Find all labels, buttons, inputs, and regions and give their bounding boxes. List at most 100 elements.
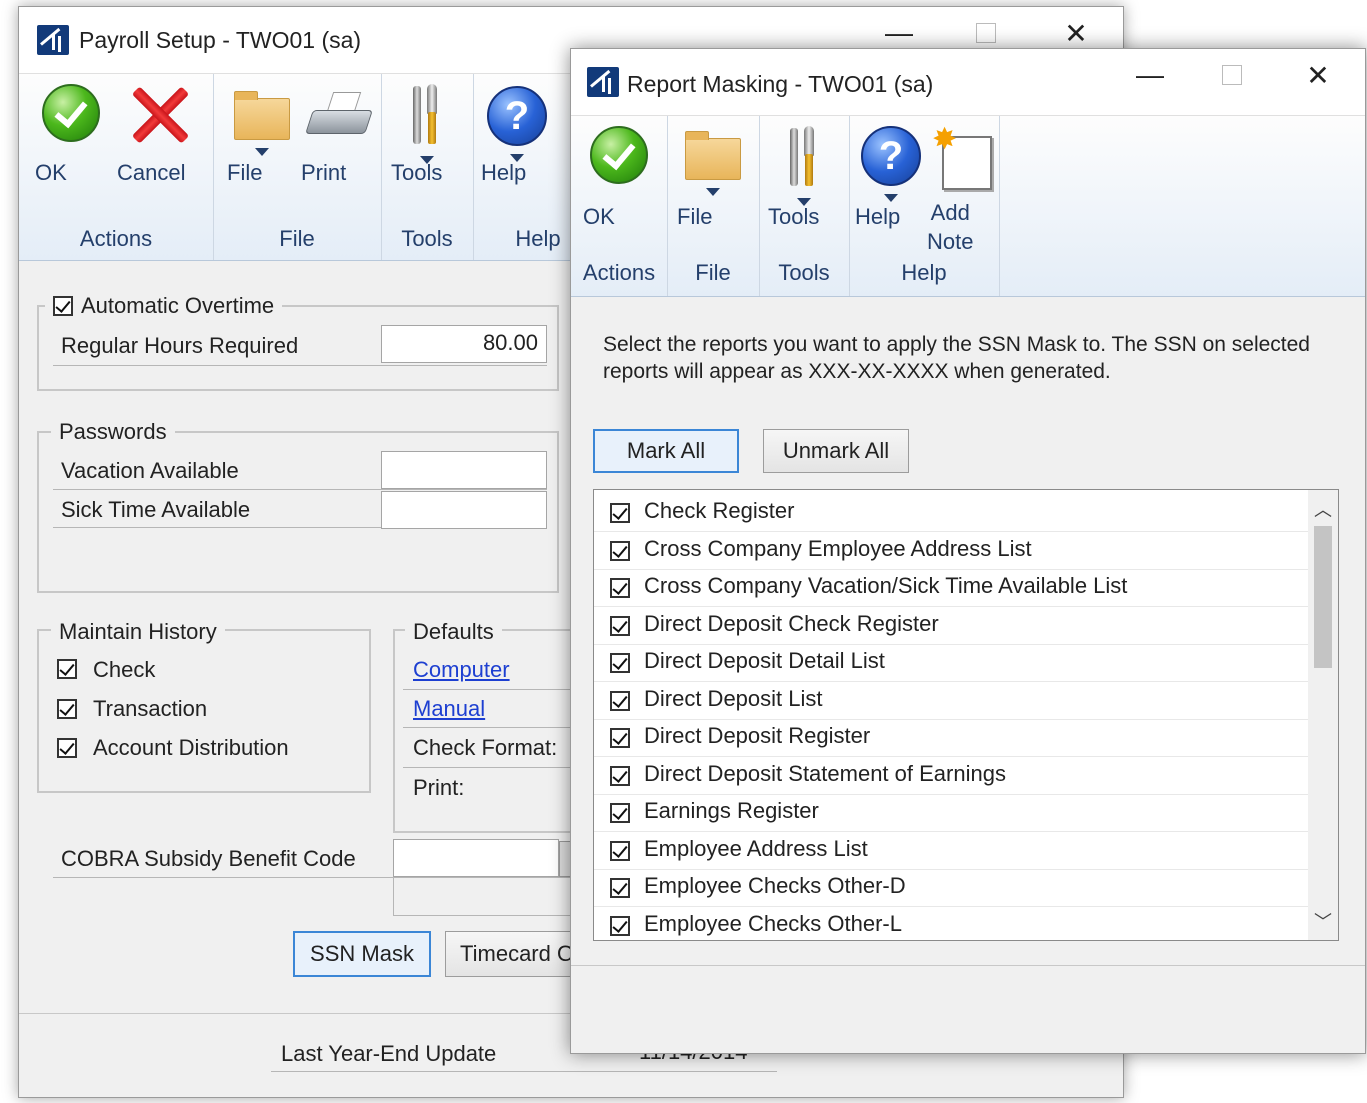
report-label: Direct Deposit Check Register [644,610,939,636]
ok-button[interactable]: OK [583,126,655,229]
masking-ribbon: OK Actions File File Tools Tools ? Help [571,115,1365,297]
file-menu-button[interactable]: File [677,128,749,229]
file-menu-button[interactable]: File [227,88,297,185]
automatic-overtime-label: Automatic Overtime [81,293,275,318]
folder-icon [234,91,290,140]
masking-titlebar[interactable]: Report Masking - TWO01 (sa) — ✕ [571,49,1365,115]
ok-label: OK [583,204,615,229]
window-title: Payroll Setup - TWO01 (sa) [79,27,362,53]
divider [403,727,583,728]
help-label: Help [481,160,527,185]
unmark-all-button[interactable]: Unmark All [763,429,909,473]
report-label: Employee Address List [644,835,868,861]
computer-link[interactable]: Computer [413,657,510,683]
report-checkbox[interactable] [610,690,630,711]
chevron-down-icon [706,188,720,196]
window-title: Report Masking - TWO01 (sa) [627,71,934,97]
report-checkbox[interactable] [610,803,630,823]
report-checkbox[interactable] [610,728,630,748]
tools-menu-button[interactable]: Tools [768,124,840,229]
check-format-label: Check Format: [413,735,558,760]
divider [53,877,593,878]
regular-hours-field[interactable]: 80.00 [381,325,547,363]
report-checkbox[interactable] [610,540,630,561]
report-list-item[interactable]: Employee Checks Other-L [594,907,1308,941]
report-checkbox[interactable] [610,765,630,786]
transaction-history-label: Transaction [93,696,208,721]
report-checkbox[interactable] [610,915,630,936]
scroll-down-icon[interactable]: ﹀ [1308,908,1338,934]
report-list-item[interactable]: Cross Company Employee Address List [594,532,1308,570]
report-list-item[interactable]: Direct Deposit Statement of Earnings [594,757,1308,795]
tools-menu-button[interactable]: Tools [391,82,463,185]
report-checkbox[interactable] [610,878,630,898]
maximize-button[interactable] [961,13,1011,53]
minimize-button[interactable]: — [1125,55,1175,95]
maximize-button[interactable] [1207,55,1257,95]
report-list-item[interactable]: Cross Company Vacation/Sick Time Availab… [594,569,1308,607]
help-label: Help [855,204,901,229]
report-label: Cross Company Employee Address List [644,535,1032,561]
check-history-checkbox[interactable] [57,659,77,679]
close-button[interactable]: ✕ [1293,55,1343,95]
check-history-label: Check [93,657,156,682]
report-list-item[interactable]: Direct Deposit List [594,682,1308,720]
file-label: File [677,204,713,229]
ribbon-group-label-tools: Tools [778,260,830,285]
transaction-history-checkbox[interactable] [57,699,77,719]
mark-all-button[interactable]: Mark All [593,429,739,473]
vacation-available-field[interactable] [381,451,547,489]
cobra-subsidy-field[interactable] [393,839,559,877]
tools-icon [784,124,824,190]
help-menu-button[interactable]: ? Help [481,86,553,185]
divider [393,915,593,916]
report-list-item[interactable]: Employee Checks Other-D [594,869,1308,907]
ribbon-group-label-file: File [695,260,731,285]
printer-icon [305,92,373,140]
close-button[interactable]: ✕ [1051,13,1101,53]
folder-icon [685,131,741,180]
ok-button[interactable]: OK [35,84,107,185]
ribbon-group-label-tools: Tools [401,226,453,251]
divider [271,1071,777,1072]
print-button[interactable]: Print [301,84,375,185]
cancel-button[interactable]: Cancel [117,84,201,185]
report-checkbox[interactable] [610,615,630,636]
report-checkbox[interactable] [610,578,630,598]
minimize-button[interactable]: — [874,13,924,53]
cancel-label: Cancel [117,160,186,185]
ssn-mask-button[interactable]: SSN Mask [293,931,431,977]
report-checkbox[interactable] [610,840,630,861]
report-checkbox[interactable] [610,653,630,673]
scroll-up-icon[interactable]: ︿ [1308,496,1338,522]
help-icon: ? [861,126,921,186]
report-list-item[interactable]: Direct Deposit Detail List [594,644,1308,682]
reports-scrollbar[interactable]: ︿ ﹀ [1308,490,1338,940]
reports-list[interactable]: Check Register Cross Company Employee Add… [593,489,1339,941]
report-list-item[interactable]: Direct Deposit Register [594,719,1308,757]
tools-label: Tools [768,204,820,229]
report-list-item[interactable]: Direct Deposit Check Register [594,607,1308,645]
sick-time-available-field[interactable] [381,491,547,529]
chevron-down-icon [255,148,269,156]
report-list-item[interactable]: Check Register [594,494,1308,532]
last-year-end-label: Last Year-End Update [281,1041,497,1066]
divider [53,489,547,490]
divider [53,365,547,366]
divider [571,965,1365,966]
manual-link[interactable]: Manual [413,696,485,722]
report-list-item[interactable]: Employee Address List [594,832,1308,870]
ribbon-group-label-actions: Actions [582,260,656,285]
account-distribution-checkbox[interactable] [57,738,77,758]
automatic-overtime-checkbox[interactable] [53,296,73,316]
help-icon: ? [487,86,547,146]
scrollbar-thumb[interactable] [1314,526,1332,668]
ribbon-group-label-file: File [279,226,315,251]
report-checkbox[interactable] [610,503,630,523]
report-label: Direct Deposit List [644,685,823,711]
help-menu-button[interactable]: ? Help [855,126,927,229]
ribbon-group-tools: Tools Tools [759,116,850,296]
add-note-button[interactable]: ✸ Add Note [927,123,999,254]
add-note-icon: ✸ [932,123,992,190]
report-list-item[interactable]: Earnings Register [594,794,1308,832]
